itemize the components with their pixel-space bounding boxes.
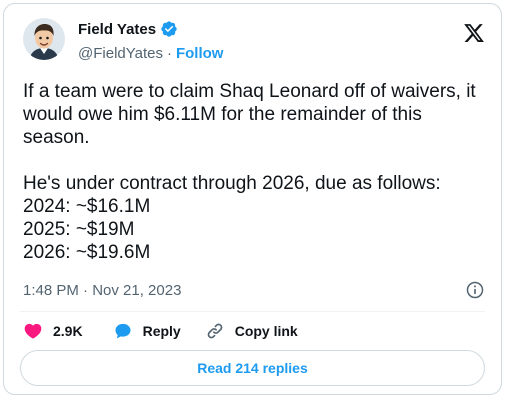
verified-badge-icon — [161, 21, 177, 37]
info-icon[interactable] — [465, 280, 485, 300]
tweet-card: Field Yates @FieldYates · Follow If a te… — [3, 3, 502, 395]
likes-count: 2.9K — [53, 323, 83, 339]
copy-link-label: Copy link — [234, 323, 298, 339]
link-icon — [207, 323, 223, 339]
reply-bubble-icon — [115, 323, 131, 339]
author-handle-row: @FieldYates · Follow — [78, 45, 223, 62]
tweet-text: If a team were to claim Shaq Leonard off… — [23, 81, 476, 263]
author-handle[interactable]: @FieldYates — [78, 45, 163, 62]
author-display-name[interactable]: Field Yates — [78, 21, 156, 38]
tweet-timestamp[interactable]: 1:48 PM · Nov 21, 2023 — [23, 282, 181, 299]
like-button[interactable]: 2.9K — [23, 321, 83, 341]
reply-button[interactable]: Reply — [113, 321, 181, 341]
copy-link-button[interactable]: Copy link — [205, 321, 298, 341]
heart-icon — [24, 323, 42, 339]
author-name-row: Field Yates — [78, 20, 178, 38]
cartoon-avatar-icon — [23, 18, 65, 60]
author-avatar[interactable] — [23, 18, 65, 60]
x-logo-icon[interactable] — [463, 22, 485, 44]
follow-button[interactable]: Follow — [176, 45, 224, 62]
handle-separator: · — [166, 45, 172, 62]
actions-divider — [20, 311, 485, 312]
read-replies-button[interactable]: Read 214 replies — [20, 350, 485, 386]
tweet-actions: 2.9K Reply Copy link — [23, 320, 298, 342]
reply-label: Reply — [142, 323, 181, 339]
